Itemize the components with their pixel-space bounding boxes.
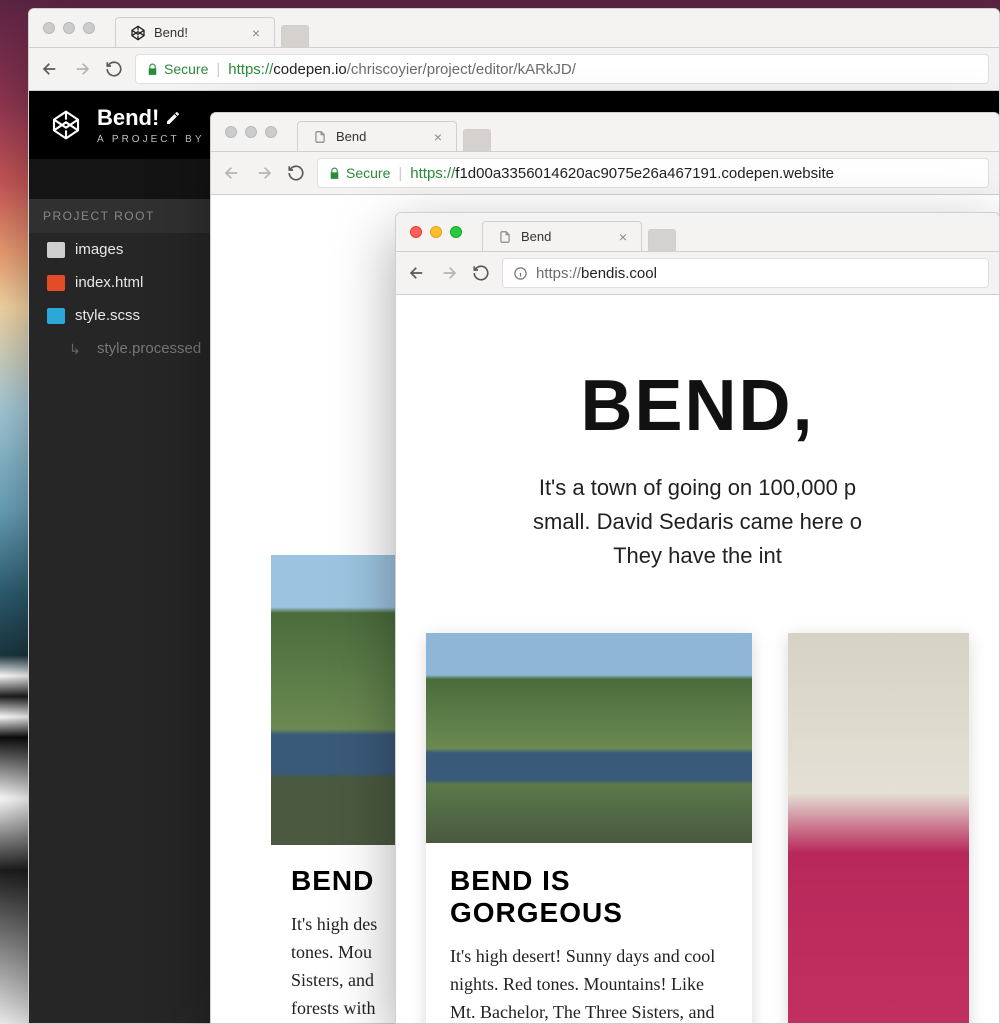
close-window-button[interactable]: [225, 126, 237, 138]
card-text: It's high desert! Sunny days and cool ni…: [450, 943, 728, 1023]
page-favicon-icon: [497, 229, 513, 245]
close-tab-icon[interactable]: ×: [252, 25, 260, 41]
window-controls: [396, 226, 476, 238]
back-button[interactable]: [39, 58, 61, 80]
secure-indicator: Secure: [328, 165, 390, 181]
address-bar[interactable]: Secure | https://f1d00a3356014620ac9075e…: [317, 158, 989, 188]
reload-button[interactable]: [103, 58, 125, 80]
maximize-window-button[interactable]: [265, 126, 277, 138]
card-title: BEND IS GORGEOUS: [450, 865, 728, 929]
close-window-button[interactable]: [410, 226, 422, 238]
card-image: [426, 633, 752, 843]
content-card: [788, 633, 969, 1023]
codepen-favicon-icon: [130, 25, 146, 41]
edit-title-icon[interactable]: [165, 110, 181, 126]
scss-file-icon: [47, 308, 65, 324]
folder-icon: [47, 242, 65, 258]
linked-file-icon: ↳: [69, 341, 87, 357]
new-tab-button[interactable]: [463, 129, 491, 151]
file-name: index.html: [75, 274, 143, 291]
browser-window-bendis-cool: Bend × https://bendis.cool BEND, It's a: [395, 212, 1000, 1024]
project-subtitle: A PROJECT BY: [97, 134, 205, 145]
forward-button[interactable]: [71, 58, 93, 80]
back-button[interactable]: [221, 162, 243, 184]
tab-strip: Bend ×: [297, 113, 491, 151]
project-title-row: Bend!: [97, 105, 205, 131]
forward-button[interactable]: [438, 262, 460, 284]
tab-strip: Bend! ×: [115, 9, 309, 47]
lock-icon: [146, 63, 159, 76]
html-file-icon: [47, 275, 65, 291]
file-name: style.processed: [97, 340, 201, 357]
secure-label: Secure: [346, 165, 390, 181]
tab-strip: Bend ×: [482, 213, 676, 251]
minimize-window-button[interactable]: [245, 126, 257, 138]
nav-toolbar: https://bendis.cool: [396, 251, 999, 295]
address-bar[interactable]: Secure | https://codepen.io/chriscoyier/…: [135, 54, 989, 84]
project-title: Bend!: [97, 105, 159, 131]
window-controls: [29, 22, 109, 34]
info-icon[interactable]: [513, 266, 528, 281]
browser-tab-active[interactable]: Bend ×: [297, 121, 457, 151]
lock-icon: [328, 167, 341, 180]
reload-button[interactable]: [285, 162, 307, 184]
new-tab-button[interactable]: [281, 25, 309, 47]
nav-toolbar: Secure | https://codepen.io/chriscoyier/…: [29, 47, 999, 91]
address-bar[interactable]: https://bendis.cool: [502, 258, 989, 288]
file-name: style.scss: [75, 307, 140, 324]
forward-button[interactable]: [253, 162, 275, 184]
reload-button[interactable]: [470, 262, 492, 284]
page-favicon-icon: [312, 129, 328, 145]
titlebar: Bend ×: [211, 113, 999, 151]
page-content: BEND, It's a town of going on 100,000 p …: [396, 295, 999, 1023]
nav-toolbar: Secure | https://f1d00a3356014620ac9075e…: [211, 151, 999, 195]
url-text: https://codepen.io/chriscoyier/project/e…: [228, 61, 576, 78]
window-controls: [211, 126, 291, 138]
tab-title: Bend!: [154, 25, 188, 40]
close-tab-icon[interactable]: ×: [619, 229, 627, 245]
maximize-window-button[interactable]: [83, 22, 95, 34]
tab-title: Bend: [521, 229, 551, 244]
minimize-window-button[interactable]: [430, 226, 442, 238]
titlebar: Bend! ×: [29, 9, 999, 47]
secure-indicator: Secure: [146, 61, 208, 77]
card-row: BEND IS GORGEOUS It's high desert! Sunny…: [426, 633, 969, 1023]
url-text: https://bendis.cool: [536, 265, 657, 282]
hero-title: BEND,: [426, 365, 969, 447]
minimize-window-button[interactable]: [63, 22, 75, 34]
hero-subtitle: It's a town of going on 100,000 p small.…: [426, 471, 969, 573]
maximize-window-button[interactable]: [450, 226, 462, 238]
content-card: BEND IS GORGEOUS It's high desert! Sunny…: [426, 633, 752, 1023]
browser-tab-active[interactable]: Bend ×: [482, 221, 642, 251]
secure-label: Secure: [164, 61, 208, 77]
codepen-logo-icon: [49, 108, 83, 142]
close-tab-icon[interactable]: ×: [434, 129, 442, 145]
card-image: [788, 633, 969, 1023]
file-name: images: [75, 241, 123, 258]
browser-tab-active[interactable]: Bend! ×: [115, 17, 275, 47]
back-button[interactable]: [406, 262, 428, 284]
titlebar: Bend ×: [396, 213, 999, 251]
tab-title: Bend: [336, 129, 366, 144]
new-tab-button[interactable]: [648, 229, 676, 251]
url-text: https://f1d00a3356014620ac9075e26a467191…: [410, 165, 834, 182]
close-window-button[interactable]: [43, 22, 55, 34]
